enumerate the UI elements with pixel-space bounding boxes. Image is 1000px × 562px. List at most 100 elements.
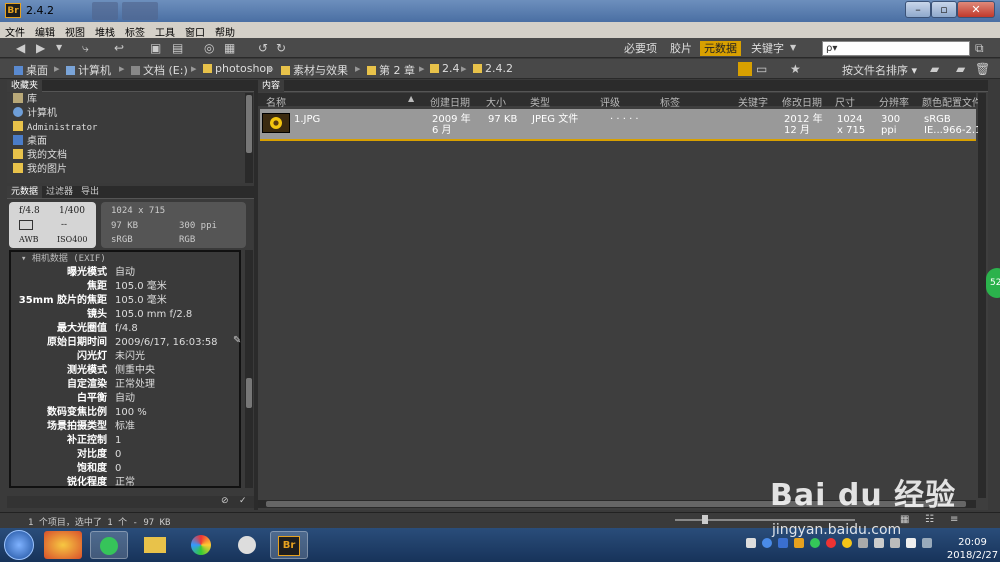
exif-value[interactable]: 正常处理: [107, 378, 155, 392]
exif-value[interactable]: 0: [107, 462, 121, 476]
tab-metadata[interactable]: 元数据: [7, 186, 43, 198]
system-clock[interactable]: 20:09 2018/2/27: [945, 536, 1000, 562]
file-row[interactable]: 1.JPG 2009 年 6 月 97 KB JPEG 文件 · · · · ·…: [260, 109, 981, 141]
sort-by-filename[interactable]: 按文件名排序 ▾: [842, 62, 917, 78]
exif-value[interactable]: 未闪光: [107, 350, 145, 364]
tab-filter[interactable]: 过滤器: [42, 186, 77, 198]
close-button[interactable]: ✕: [957, 1, 995, 18]
tray-icon-6[interactable]: [826, 538, 836, 548]
favorites-scrollbar[interactable]: [245, 93, 253, 183]
tray-network-icon[interactable]: [874, 538, 884, 548]
tray-volume-icon[interactable]: [906, 538, 916, 548]
workspace-filmstrip[interactable]: 胶片: [666, 41, 696, 56]
exif-value[interactable]: 2009/6/17, 16:03:58: [107, 336, 218, 350]
col-size[interactable]: 大小: [486, 94, 506, 109]
tray-icon-3[interactable]: [778, 538, 788, 548]
content-vertical-scrollbar[interactable]: [978, 93, 986, 498]
exif-value[interactable]: 105.0 mm f/2.8: [107, 308, 192, 322]
rating-filter-star-icon[interactable]: ★: [790, 62, 801, 76]
favorite-my-pictures[interactable]: 我的图片: [7, 163, 245, 177]
col-rating[interactable]: 评级: [600, 94, 620, 109]
exif-value[interactable]: 0: [107, 448, 121, 462]
breadcrumb-2-4-2[interactable]: 2.4.2: [473, 62, 513, 75]
workspace-metadata[interactable]: 元数据: [700, 41, 741, 56]
breadcrumb-desktop[interactable]: 桌面: [14, 62, 48, 78]
metadata-scroll-thumb[interactable]: [246, 378, 252, 408]
file-name[interactable]: 1.JPG: [294, 114, 320, 125]
thumbnail-slider-handle[interactable]: [702, 515, 708, 524]
panel-splitter[interactable]: [254, 80, 258, 510]
metadata-scrollbar[interactable]: [245, 250, 253, 488]
menu-tools[interactable]: 工具: [150, 22, 180, 39]
exif-value[interactable]: 正常: [107, 476, 135, 486]
file-rating[interactable]: · · · · ·: [610, 114, 639, 125]
workspace-keywords[interactable]: 关键字: [747, 41, 788, 56]
delete-icon[interactable]: 🗑: [975, 62, 990, 76]
col-color-profile[interactable]: 颜色配置文件: [922, 94, 982, 109]
forward-icon[interactable]: ▶: [36, 41, 45, 55]
rotate-right-icon[interactable]: ↻: [276, 41, 286, 55]
favorite-desktop[interactable]: 桌面: [7, 135, 245, 149]
favorite-administrator[interactable]: Administrator: [7, 121, 245, 135]
tray-icon-7[interactable]: [842, 538, 852, 548]
rotate-left-icon[interactable]: ↺: [258, 41, 268, 55]
thumbnail-options-icon[interactable]: ▭: [756, 62, 767, 76]
col-type[interactable]: 类型: [530, 94, 550, 109]
tray-icon-8[interactable]: [858, 538, 868, 548]
exif-value[interactable]: 105.0 毫米: [107, 294, 167, 308]
refine-icon[interactable]: ▤: [172, 41, 183, 55]
sort-asc-icon[interactable]: ▲: [408, 94, 414, 103]
favorite-my-documents[interactable]: 我的文档: [7, 149, 245, 163]
favorites-scroll-thumb[interactable]: [246, 95, 252, 153]
tray-help-icon[interactable]: [762, 538, 772, 548]
favorite-computer[interactable]: 计算机: [7, 107, 245, 121]
taskbar-app-1[interactable]: [44, 531, 82, 559]
taskbar-app-5[interactable]: [228, 531, 266, 559]
exif-value[interactable]: 100 %: [107, 406, 147, 420]
recent-dropdown-icon[interactable]: ▼: [56, 41, 62, 55]
exif-value[interactable]: 1: [107, 434, 121, 448]
taskbar-browser[interactable]: [182, 531, 220, 559]
exif-section-header[interactable]: ▾ 相机数据 (EXIF): [11, 252, 239, 266]
menu-label[interactable]: 标签: [120, 22, 150, 39]
col-resolution[interactable]: 分辨率: [879, 94, 909, 109]
menu-help[interactable]: 帮助: [210, 22, 240, 39]
col-created[interactable]: 创建日期: [430, 94, 470, 109]
tray-icon-10[interactable]: [890, 538, 900, 548]
edit-pencil-icon[interactable]: ✎: [233, 335, 241, 346]
menu-window[interactable]: 窗口: [180, 22, 210, 39]
workspace-essentials[interactable]: 必要项: [620, 41, 661, 56]
menu-view[interactable]: 视图: [60, 22, 90, 39]
taskbar-app-2[interactable]: [90, 531, 128, 559]
start-button[interactable]: [4, 530, 34, 560]
exif-value[interactable]: f/4.8: [107, 322, 138, 336]
col-dimensions[interactable]: 尺寸: [835, 94, 855, 109]
exif-value[interactable]: 标准: [107, 420, 135, 434]
tray-icon-5[interactable]: [810, 538, 820, 548]
exif-value[interactable]: 自动: [107, 266, 135, 280]
favorite-library[interactable]: 库: [7, 93, 245, 107]
workspace-dropdown-icon[interactable]: ▼: [790, 41, 796, 55]
reveal-recent-icon[interactable]: ⤷: [82, 41, 89, 55]
tray-bridge-icon[interactable]: [794, 538, 804, 548]
back-icon[interactable]: ◀: [16, 41, 25, 55]
cancel-icon[interactable]: ⊘: [221, 496, 229, 506]
open-recent-folder-icon[interactable]: ▰: [930, 62, 939, 76]
menu-stack[interactable]: 堆栈: [90, 22, 120, 39]
col-name[interactable]: 名称: [266, 94, 286, 109]
breadcrumb-chapter2[interactable]: 第 2 章: [367, 62, 415, 78]
exif-value[interactable]: 自动: [107, 392, 135, 406]
exif-value[interactable]: 105.0 毫米: [107, 280, 167, 294]
tab-export[interactable]: 导出: [77, 186, 103, 198]
thumbnail-quality-icon[interactable]: [738, 62, 752, 76]
search-input[interactable]: ρ▾: [822, 41, 970, 56]
col-keywords[interactable]: 关键字: [738, 94, 768, 109]
apply-check-icon[interactable]: ✓: [239, 496, 247, 506]
breadcrumb-materials[interactable]: 素材与效果: [281, 62, 348, 78]
taskbar-explorer[interactable]: [136, 531, 174, 559]
file-thumbnail[interactable]: [262, 113, 290, 133]
camera-download-icon[interactable]: ▣: [150, 41, 161, 55]
tray-icon-12[interactable]: [922, 538, 932, 548]
compact-mode-icon[interactable]: ⧉: [975, 41, 984, 55]
open-in-camera-raw-icon[interactable]: ◎: [204, 41, 214, 55]
